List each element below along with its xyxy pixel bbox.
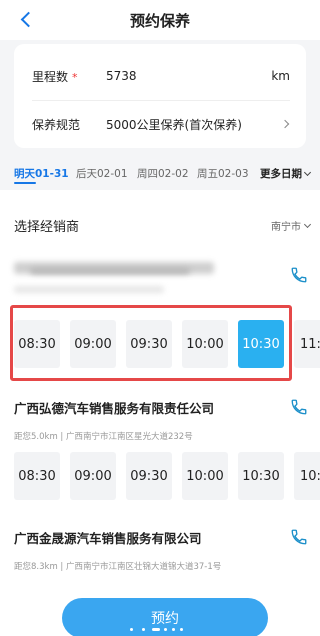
mileage-row[interactable]: 里程数 * 5738 km	[32, 56, 290, 96]
divider	[32, 100, 290, 101]
mileage-unit: km	[271, 69, 290, 83]
tab-date-0[interactable]: 明天01-31	[14, 166, 69, 181]
time-slot[interactable]: 09:00	[70, 452, 116, 500]
time-slot[interactable]: 10:00	[182, 452, 228, 500]
required-mark: *	[72, 70, 78, 84]
spec-value: 5000公里保养(首次保养)	[106, 117, 242, 132]
mileage-field[interactable]: 5738	[106, 69, 271, 83]
city-selector[interactable]: 南宁市	[271, 218, 312, 233]
phone-icon[interactable]	[290, 398, 308, 416]
highlight-box	[10, 305, 292, 381]
time-slot[interactable]: 09:30	[126, 452, 172, 500]
page-indicator-dots	[128, 628, 192, 634]
time-slot[interactable]: 10:30	[294, 452, 320, 500]
more-dates-label: 更多日期	[260, 168, 302, 180]
spec-label: 保养规范	[32, 117, 81, 132]
top-bar: 预约保养	[0, 0, 320, 40]
chevron-down-icon	[303, 220, 312, 228]
phone-icon[interactable]	[290, 266, 308, 284]
time-slot[interactable]: 10:30	[238, 452, 284, 500]
time-slots-dealer-1: 08:30 09:00 09:30 10:00 10:30 10:30	[14, 452, 320, 500]
city-label: 南宁市	[271, 222, 301, 233]
chevron-right-icon	[280, 119, 290, 129]
active-tab-indicator	[14, 182, 36, 184]
dealer-address: 距您5.0km | 广西南宁市江南区星光大道232号	[14, 432, 193, 442]
phone-icon[interactable]	[290, 528, 308, 546]
more-dates-button[interactable]: 更多日期	[260, 166, 312, 181]
tab-date-3[interactable]: 周五02-03	[197, 166, 249, 181]
maintenance-spec-row[interactable]: 保养规范 5000公里保养(首次保养)	[32, 104, 290, 144]
section-title: 选择经销商	[14, 220, 80, 235]
vehicle-info-card: 里程数 * 5738 km 保养规范 5000公里保养(首次保养)	[14, 44, 306, 148]
tab-date-1[interactable]: 后天02-01	[76, 166, 128, 181]
dealer-address: 距您8.3km | 广西南宁市江南区壮锦大道锦大道37-1号	[14, 562, 222, 572]
page-title: 预约保养	[129, 12, 190, 30]
time-slot[interactable]: 08:30	[14, 452, 60, 500]
mileage-label: 里程数 *	[32, 69, 78, 84]
dealer-name[interactable]: 广西弘德汽车销售服务有限责任公司	[14, 398, 214, 417]
tab-date-2[interactable]: 周四02-02	[137, 166, 189, 181]
chevron-down-icon	[303, 168, 312, 176]
time-slot[interactable]: 11:	[294, 320, 320, 368]
dealer-name[interactable]: 广西金晟源汽车销售服务有限公司	[14, 528, 202, 547]
date-tabs: 明天01-31 后天02-01 周四02-02 周五02-03 更多日期	[0, 160, 320, 186]
